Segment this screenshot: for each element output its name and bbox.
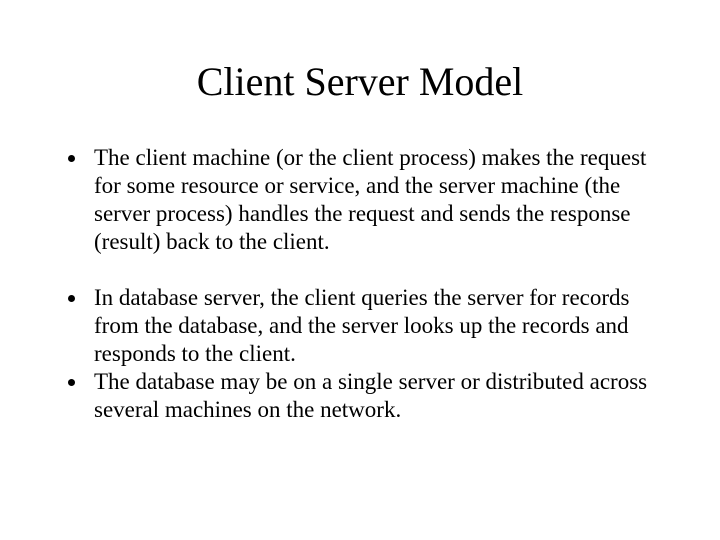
slide-title: Client Server Model	[60, 60, 660, 104]
bullet-list: The client machine (or the client proces…	[60, 144, 660, 424]
bullet-item: In database server, the client queries t…	[88, 284, 660, 368]
bullet-item: The client machine (or the client proces…	[88, 144, 660, 256]
bullet-item: The database may be on a single server o…	[88, 368, 660, 424]
slide: Client Server Model The client machine (…	[0, 0, 720, 540]
